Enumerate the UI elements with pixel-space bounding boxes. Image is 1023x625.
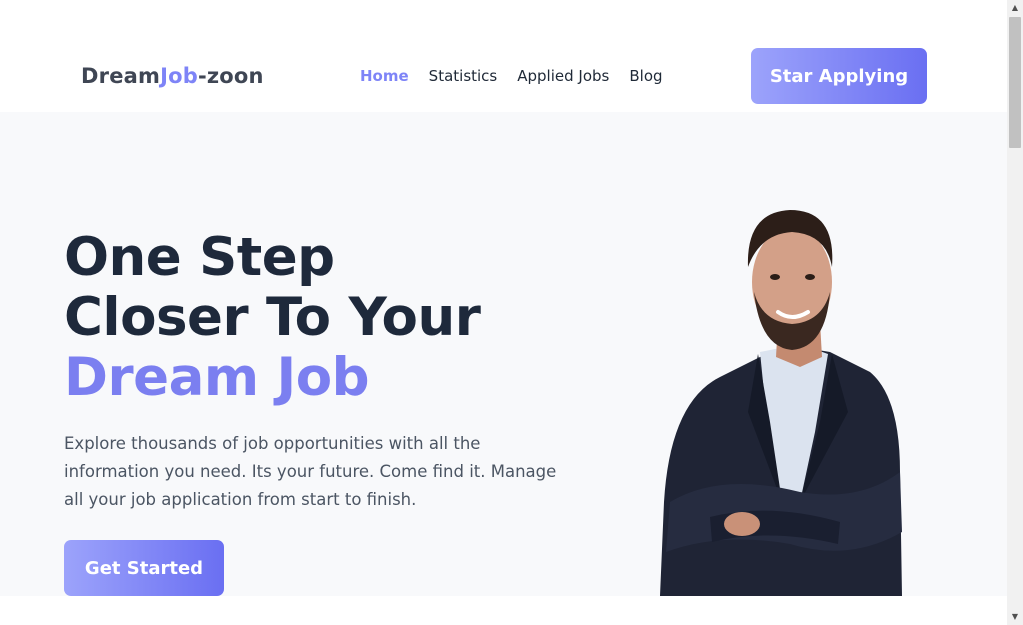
nav-link-statistics[interactable]: Statistics [429,67,498,85]
logo[interactable]: DreamJob-zoon [81,64,264,88]
nav-link-home[interactable]: Home [360,67,409,85]
get-started-button[interactable]: Get Started [64,540,224,596]
hero-title-line1: One Step [64,227,335,288]
logo-part-job: Job [160,64,198,88]
vertical-scrollbar[interactable]: ▲ ▼ [1007,0,1023,625]
hero-section: One Step Closer To Your Dream Job Explor… [0,112,1007,596]
triangle-up-icon[interactable]: ▲ [1007,0,1023,16]
star-applying-button[interactable]: Star Applying [751,48,927,104]
site-header: DreamJob-zoon Home Statistics Applied Jo… [0,0,1007,112]
hero-title: One Step Closer To Your Dream Job [64,227,481,408]
hero-title-line2: Closer To Your [64,287,481,348]
hero-title-highlight: Dream Job [64,347,370,408]
logo-part-zoon: -zoon [197,64,264,88]
hero-description: Explore thousands of job opportunities w… [64,434,557,509]
nav-link-blog[interactable]: Blog [629,67,662,85]
main-nav: Home Statistics Applied Jobs Blog [360,67,663,85]
triangle-down-icon[interactable]: ▼ [1007,609,1023,625]
hero-person-image [660,210,902,596]
page-bottom-strip [0,596,1007,625]
nav-link-applied-jobs[interactable]: Applied Jobs [517,67,609,85]
scrollbar-thumb[interactable] [1009,17,1021,148]
logo-part-dream: Dream [81,64,161,88]
